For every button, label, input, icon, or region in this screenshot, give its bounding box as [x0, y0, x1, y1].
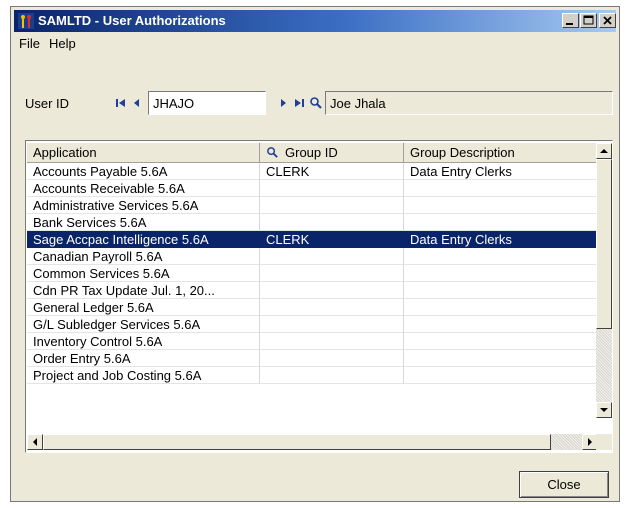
table-row[interactable]: Cdn PR Tax Update Jul. 1, 20...	[27, 282, 598, 299]
table-row[interactable]: General Ledger 5.6A	[27, 299, 598, 316]
minimize-button[interactable]	[562, 13, 579, 28]
user-id-input[interactable]	[148, 91, 266, 115]
cell-group-id[interactable]	[260, 350, 404, 367]
maximize-icon	[583, 15, 594, 25]
table-row[interactable]: Project and Job Costing 5.6A	[27, 367, 598, 384]
cell-group-description[interactable]: Data Entry Clerks	[404, 163, 598, 180]
search-icon[interactable]	[309, 96, 323, 110]
cell-application[interactable]: Administrative Services 5.6A	[27, 197, 260, 214]
cell-group-description[interactable]	[404, 350, 598, 367]
user-id-label: User ID	[25, 96, 70, 111]
cell-group-description[interactable]	[404, 265, 598, 282]
cell-application[interactable]: Common Services 5.6A	[27, 265, 260, 282]
maximize-button[interactable]	[580, 13, 597, 28]
cell-group-id[interactable]	[260, 197, 404, 214]
search-icon[interactable]	[266, 146, 279, 159]
cell-application[interactable]: Order Entry 5.6A	[27, 350, 260, 367]
cell-application[interactable]: Canadian Payroll 5.6A	[27, 248, 260, 265]
cell-group-id[interactable]	[260, 214, 404, 231]
cell-group-description[interactable]	[404, 248, 598, 265]
cell-group-id[interactable]: CLERK	[260, 231, 404, 248]
cell-group-description[interactable]	[404, 316, 598, 333]
first-record-icon[interactable]	[114, 96, 128, 110]
cell-group-description[interactable]: Data Entry Clerks	[404, 231, 598, 248]
table-row[interactable]: Canadian Payroll 5.6A	[27, 248, 598, 265]
table-row[interactable]: Accounts Payable 5.6A CLERK Data Entry Cle…	[27, 163, 598, 180]
cell-group-id[interactable]	[260, 316, 404, 333]
title-bar[interactable]: SAMLTD - User Authorizations	[14, 10, 616, 32]
sage-accpac-icon	[18, 13, 34, 29]
cell-group-id[interactable]	[260, 333, 404, 350]
horizontal-scrollbar[interactable]	[27, 434, 598, 450]
cell-group-description[interactable]	[404, 333, 598, 350]
cell-application[interactable]: Project and Job Costing 5.6A	[27, 367, 260, 384]
horizontal-scroll-thumb[interactable]	[43, 434, 551, 450]
last-record-icon[interactable]	[292, 96, 306, 110]
cell-application[interactable]: Bank Services 5.6A	[27, 214, 260, 231]
cell-group-id[interactable]	[260, 367, 404, 384]
user-authorizations-window: SAMLTD - User Authorizations File Help U…	[10, 6, 620, 502]
cell-group-description[interactable]	[404, 214, 598, 231]
scrollbar-corner	[596, 434, 612, 450]
table-row[interactable]: Administrative Services 5.6A	[27, 197, 598, 214]
cell-group-description[interactable]	[404, 282, 598, 299]
cell-group-description[interactable]	[404, 180, 598, 197]
cell-group-description[interactable]	[404, 197, 598, 214]
cell-application[interactable]: Inventory Control 5.6A	[27, 333, 260, 350]
user-name-field	[325, 91, 613, 115]
vertical-scroll-thumb[interactable]	[596, 159, 612, 329]
cell-application[interactable]: Sage Accpac Intelligence 5.6A	[27, 231, 260, 248]
arrow-up-icon	[600, 149, 608, 153]
authorizations-grid: Application Group ID Group Description A…	[25, 140, 613, 453]
cell-application[interactable]: Cdn PR Tax Update Jul. 1, 20...	[27, 282, 260, 299]
close-button[interactable]: Close	[519, 471, 609, 498]
minimize-icon	[566, 23, 573, 25]
arrow-down-icon	[600, 408, 608, 412]
close-icon	[603, 16, 612, 25]
menu-help[interactable]: Help	[46, 36, 79, 51]
scroll-down-button[interactable]	[596, 402, 612, 418]
table-row[interactable]: Bank Services 5.6A	[27, 214, 598, 231]
cell-application[interactable]: G/L Subledger Services 5.6A	[27, 316, 260, 333]
table-row[interactable]: Sage Accpac Intelligence 5.6A CLERK Data E…	[27, 231, 598, 248]
scroll-up-button[interactable]	[596, 143, 612, 159]
cell-group-description[interactable]	[404, 367, 598, 384]
cell-application[interactable]: Accounts Receivable 5.6A	[27, 180, 260, 197]
vertical-scrollbar[interactable]	[596, 143, 612, 418]
cell-application[interactable]: General Ledger 5.6A	[27, 299, 260, 316]
table-row[interactable]: Common Services 5.6A	[27, 265, 598, 282]
menu-bar: File Help	[14, 33, 616, 53]
column-header-group-description[interactable]: Group Description	[404, 143, 598, 163]
table-row[interactable]: Inventory Control 5.6A	[27, 333, 598, 350]
cell-group-id[interactable]	[260, 248, 404, 265]
next-record-icon[interactable]	[276, 96, 290, 110]
cell-group-id[interactable]	[260, 265, 404, 282]
column-header-application[interactable]: Application	[27, 143, 260, 163]
menu-file[interactable]: File	[16, 36, 43, 51]
arrow-right-icon	[588, 438, 592, 446]
window-title: SAMLTD - User Authorizations	[38, 13, 226, 28]
table-row[interactable]: G/L Subledger Services 5.6A	[27, 316, 598, 333]
previous-record-icon[interactable]	[130, 96, 144, 110]
cell-group-id[interactable]	[260, 282, 404, 299]
arrow-left-icon	[33, 438, 37, 446]
cell-group-id[interactable]	[260, 299, 404, 316]
cell-group-description[interactable]	[404, 299, 598, 316]
scroll-left-button[interactable]	[27, 434, 43, 450]
cell-group-id[interactable]	[260, 180, 404, 197]
close-window-button[interactable]	[599, 13, 616, 28]
column-header-group-id[interactable]: Group ID	[260, 143, 404, 163]
cell-application[interactable]: Accounts Payable 5.6A	[27, 163, 260, 180]
table-row[interactable]: Accounts Receivable 5.6A	[27, 180, 598, 197]
cell-group-id[interactable]: CLERK	[260, 163, 404, 180]
table-row[interactable]: Order Entry 5.6A	[27, 350, 598, 367]
